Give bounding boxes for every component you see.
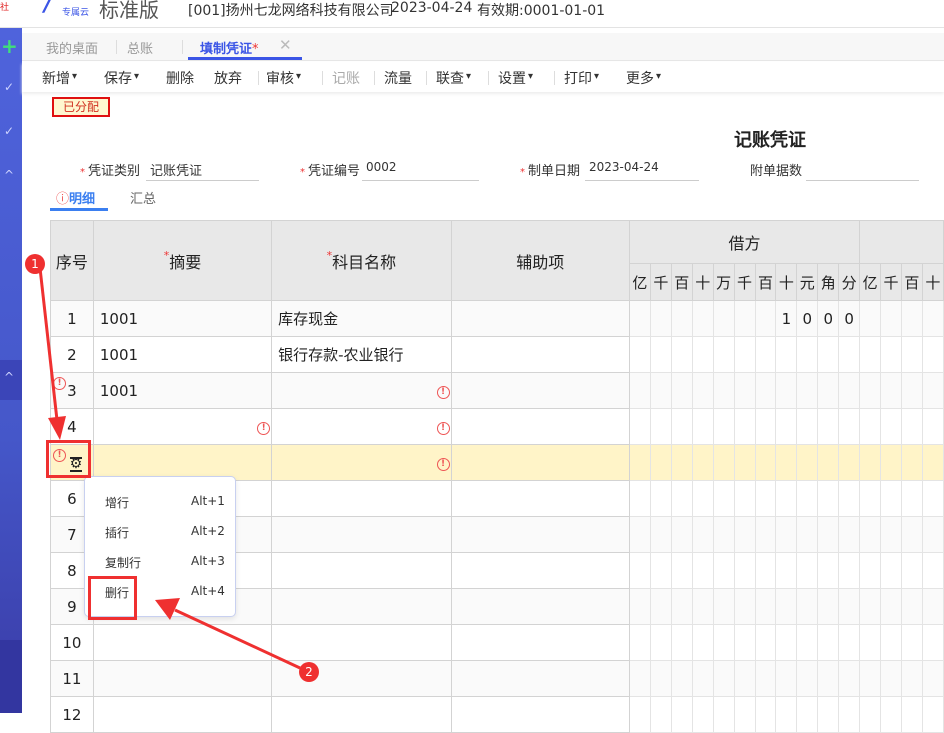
arrow-2-line: [174, 608, 301, 670]
annotation-arrows: [38, 267, 301, 670]
annotation-badge-1: 1: [25, 254, 45, 274]
annotation-badge-2: 2: [299, 662, 319, 682]
highlight-box-row-tool: [46, 440, 91, 478]
arrow-1-head: [48, 416, 66, 440]
arrow-1-line: [38, 267, 59, 421]
highlight-box-delete-row: [88, 576, 137, 620]
